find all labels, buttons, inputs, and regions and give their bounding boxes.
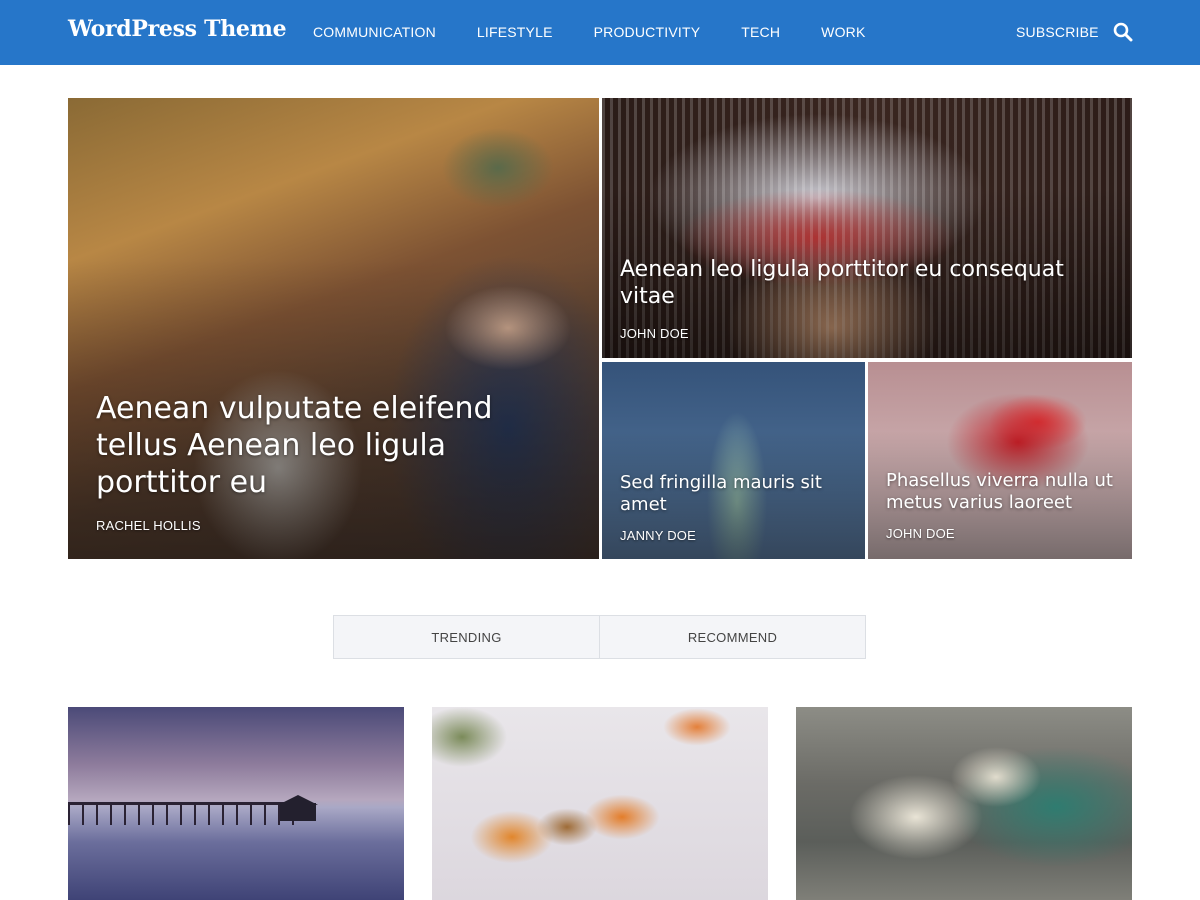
featured-post-top-right[interactable]: Aenean leo ligula porttitor eu consequat…: [602, 98, 1132, 358]
nav-item-productivity[interactable]: PRODUCTIVITY: [594, 24, 701, 40]
post-title[interactable]: Phasellus viverra nulla ut metus varius …: [886, 470, 1116, 515]
featured-post-bottom-right[interactable]: Phasellus viverra nulla ut metus varius …: [868, 362, 1132, 559]
post-card-dessert-image[interactable]: [432, 707, 768, 900]
search-icon[interactable]: [1113, 22, 1133, 42]
tab-recommend[interactable]: RECOMMEND: [599, 616, 865, 658]
site-header: WordPress Theme COMMUNICATION LIFESTYLE …: [0, 0, 1200, 65]
post-author[interactable]: JOHN DOE: [620, 326, 689, 341]
site-title[interactable]: WordPress Theme: [68, 16, 287, 42]
post-author[interactable]: JANNY DOE: [620, 528, 696, 543]
post-card-pier-image[interactable]: [68, 707, 404, 900]
post-title[interactable]: Aenean leo ligula porttitor eu consequat…: [620, 256, 1115, 311]
nav-item-work[interactable]: WORK: [821, 24, 865, 40]
tab-trending[interactable]: TRENDING: [334, 616, 599, 658]
post-title[interactable]: Sed fringilla mauris sit amet: [620, 472, 850, 517]
post-card-polar-bear-image[interactable]: [796, 707, 1132, 900]
featured-post-large[interactable]: Aenean vulputate eleifend tellus Aenean …: [68, 98, 599, 559]
nav-item-communication[interactable]: COMMUNICATION: [313, 24, 436, 40]
nav-item-tech[interactable]: TECH: [741, 24, 780, 40]
post-author[interactable]: RACHEL HOLLIS: [96, 518, 201, 533]
post-author[interactable]: JOHN DOE: [886, 526, 955, 541]
post-tabs: TRENDING RECOMMEND: [333, 615, 866, 659]
main-nav: COMMUNICATION LIFESTYLE PRODUCTIVITY TEC…: [313, 24, 907, 40]
subscribe-link[interactable]: SUBSCRIBE: [1016, 24, 1099, 40]
post-title[interactable]: Aenean vulputate eleifend tellus Aenean …: [96, 390, 536, 502]
featured-post-bottom-middle[interactable]: Sed fringilla mauris sit amet JANNY DOE: [602, 362, 865, 559]
nav-item-lifestyle[interactable]: LIFESTYLE: [477, 24, 553, 40]
